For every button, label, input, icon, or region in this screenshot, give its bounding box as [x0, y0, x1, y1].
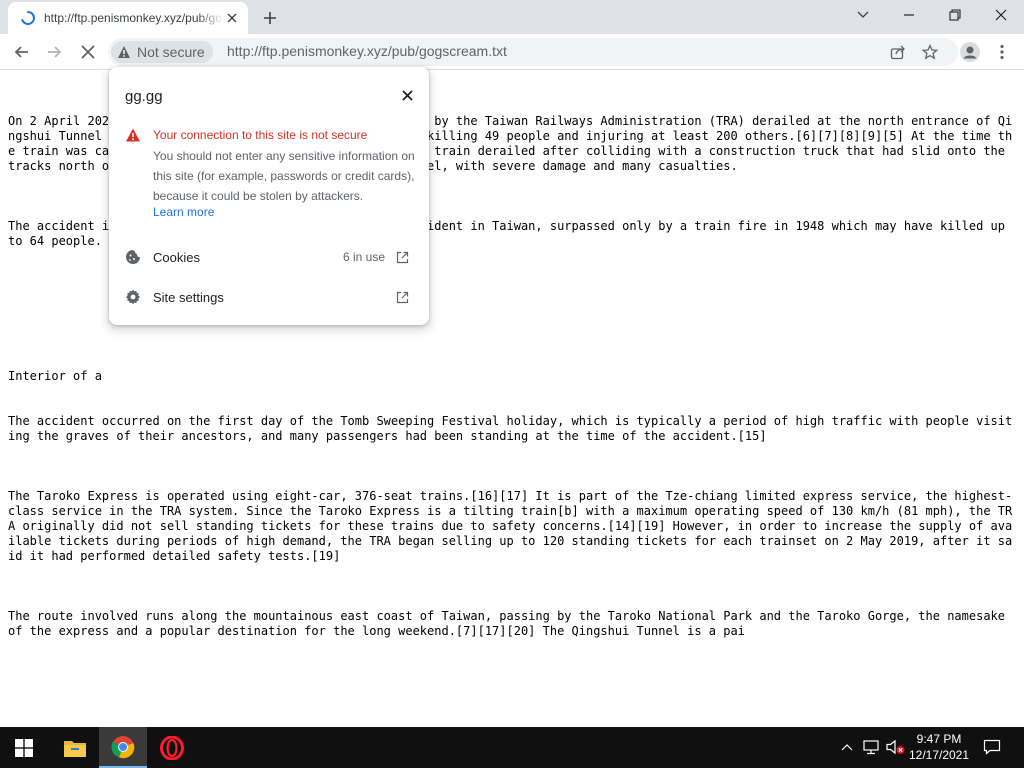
system-clock[interactable]: 9:47 PM 12/17/2021	[906, 731, 972, 763]
cookies-row[interactable]: Cookies 6 in use	[109, 237, 429, 277]
clock-time: 9:47 PM	[916, 732, 962, 746]
address-bar[interactable]: Not secure http://ftp.penismonkey.xyz/pu…	[108, 38, 958, 66]
network-icon[interactable]	[861, 737, 881, 757]
popup-hostname: gg.gg	[125, 88, 163, 105]
warning-icon	[125, 127, 141, 143]
browser-toolbar: Not secure http://ftp.penismonkey.xyz/pu…	[0, 34, 1024, 70]
arrow-left-icon[interactable]	[8, 38, 36, 66]
volume-muted-icon[interactable]	[886, 737, 906, 757]
site-settings-label: Site settings	[153, 290, 224, 305]
security-chip-label: Not secure	[137, 44, 205, 60]
stop-loading-button[interactable]	[74, 38, 102, 66]
chevron-down-icon[interactable]	[840, 0, 886, 30]
paragraph: Interior of a	[8, 369, 102, 383]
clock-date: 12/17/2021	[908, 748, 970, 762]
chrome-icon[interactable]	[99, 727, 147, 768]
close-icon[interactable]	[399, 87, 415, 103]
cookie-icon	[125, 249, 141, 265]
external-link-icon	[396, 289, 412, 305]
opera-icon[interactable]	[148, 727, 196, 768]
security-chip[interactable]: Not secure	[111, 41, 213, 63]
paragraph: The accident occurred on the first day o…	[8, 414, 1013, 443]
close-icon[interactable]	[978, 0, 1024, 30]
tab-title: http://ftp.penismonkey.xyz/pub/gogscream…	[44, 11, 224, 25]
star-icon[interactable]	[920, 42, 940, 62]
site-settings-row[interactable]: Site settings	[109, 277, 429, 317]
share-icon[interactable]	[888, 42, 908, 62]
arrow-right-icon[interactable]	[40, 38, 68, 66]
url-text[interactable]: http://ftp.penismonkey.xyz/pub/gogscream…	[227, 43, 507, 59]
profile-icon[interactable]	[956, 38, 984, 66]
external-link-icon	[396, 249, 412, 265]
warning-icon	[118, 46, 130, 58]
connection-warning-title: Your connection to this site is not secu…	[153, 128, 368, 142]
notification-icon[interactable]	[982, 737, 1002, 757]
browser-tab[interactable]: http://ftp.penismonkey.xyz/pub/gogscream…	[8, 2, 248, 34]
chevron-up-icon[interactable]	[837, 737, 857, 757]
gear-icon	[125, 289, 141, 305]
kebab-menu-icon[interactable]	[988, 38, 1016, 66]
cookies-label: Cookies	[153, 250, 200, 265]
site-info-popup: gg.gg Your connection to this site is no…	[109, 67, 429, 325]
spinner-icon	[20, 10, 36, 26]
paragraph: The Taroko Express is operated using eig…	[8, 489, 1013, 563]
file-explorer-icon[interactable]	[51, 727, 99, 768]
tab-strip: http://ftp.penismonkey.xyz/pub/gogscream…	[0, 0, 1024, 34]
learn-more-link[interactable]: Learn more	[153, 205, 214, 219]
connection-warning-body: You should not enter any sensitive infor…	[153, 149, 415, 203]
restore-icon[interactable]	[932, 0, 978, 30]
minimize-icon[interactable]	[886, 0, 932, 30]
close-icon[interactable]	[224, 10, 240, 26]
cookies-count: 6 in use	[342, 250, 385, 264]
windows-taskbar: 9:47 PM 12/17/2021	[0, 727, 1024, 768]
paragraph: The route involved runs along the mounta…	[8, 609, 1013, 638]
windows-start-icon[interactable]	[0, 727, 48, 768]
plus-icon[interactable]	[258, 6, 282, 30]
